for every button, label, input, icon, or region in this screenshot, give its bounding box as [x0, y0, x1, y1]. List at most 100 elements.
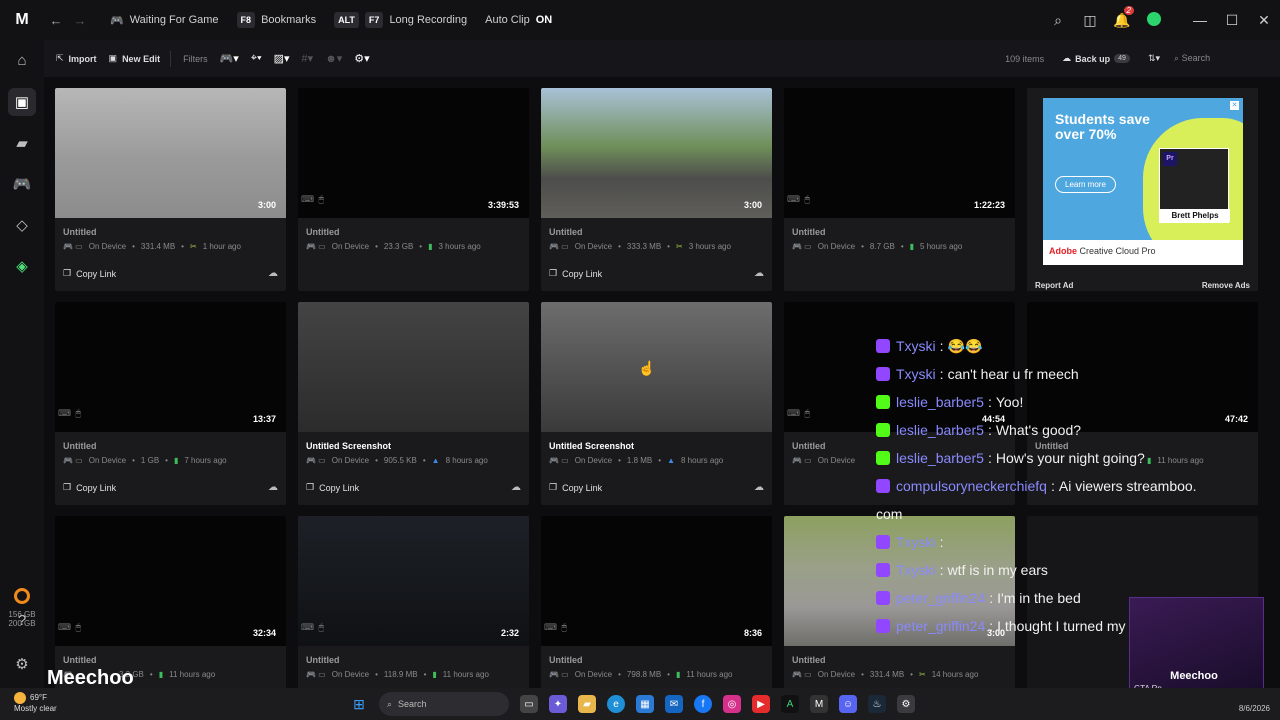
windows-start-icon[interactable]: ⊞	[350, 695, 368, 713]
settings-app-icon[interactable]: ⚙	[897, 695, 915, 713]
clip-title: Untitled	[63, 655, 97, 665]
copy-link-button[interactable]: ❐ Copy Link	[63, 482, 116, 493]
clip-thumbnail[interactable]	[298, 302, 529, 432]
new-edit-label: New Edit	[122, 53, 161, 64]
bell-icon[interactable]: 🔔 2	[1106, 5, 1138, 29]
medal-app-icon[interactable]: M	[810, 695, 828, 713]
clip-card[interactable]: ⌨ 🖱 13:37 Untitled 🎮 ▭ On Device • 1 GB • ▮ 7 …	[55, 302, 286, 505]
discord-icon[interactable]: ☺	[839, 695, 857, 713]
clip-card[interactable]: ⌨ 🖱 3:39:53 Untitled 🎮 ▭ On Device • 23.3 G…	[298, 88, 529, 291]
clip-card[interactable]: 3:00 Untitled 🎮 ▭ On Device • 331.4 MB • ✂ 1 h…	[55, 88, 286, 291]
auto-clip-toggle[interactable]: Auto Clip ON	[485, 14, 552, 26]
clip-time: 1 hour ago	[202, 242, 241, 251]
keyboard-icon: ⌨ 🖱	[787, 194, 811, 204]
games-icon[interactable]: 🎮	[0, 163, 44, 204]
clip-thumbnail[interactable]	[298, 516, 529, 646]
ad-banner[interactable]: ✕ Students save over 70% Learn more Pr B…	[1043, 98, 1243, 265]
outlook-icon[interactable]: ✉	[665, 695, 683, 713]
task-view-icon[interactable]: ▭	[520, 695, 538, 713]
file-explorer-icon[interactable]: ▰	[578, 695, 596, 713]
ad-learn-more-button[interactable]: Learn more	[1055, 176, 1116, 193]
youtube-icon[interactable]: ▶	[752, 695, 770, 713]
clip-thumbnail[interactable]	[541, 88, 772, 218]
chat-message: Txyski:	[876, 528, 1226, 556]
store-icon[interactable]: ▦	[636, 695, 654, 713]
report-ad-link[interactable]: Report Ad	[1035, 281, 1073, 290]
clip-thumbnail[interactable]	[298, 88, 529, 218]
clip-thumbnail[interactable]	[55, 88, 286, 218]
backup-button[interactable]: ☁ Back up 49	[1062, 53, 1130, 64]
upload-cloud-icon[interactable]: ☁	[754, 482, 764, 493]
edge-icon[interactable]: e	[607, 695, 625, 713]
clip-size: 23.3 GB	[383, 242, 414, 251]
status-dot[interactable]	[1138, 11, 1170, 29]
upload-cloud-icon[interactable]: ☁	[268, 268, 278, 279]
media-filter-dropdown[interactable]: ▨▾	[274, 52, 290, 65]
long-recording-hotkey[interactable]: ALT F7 Long Recording	[334, 12, 467, 28]
clip-card[interactable]: Untitled Screenshot 🎮 ▭ On Device • 905.5 K…	[298, 302, 529, 505]
tag-filter-dropdown[interactable]: #▾	[302, 52, 314, 65]
keyboard-icon: ⌨ 🖱	[787, 408, 811, 418]
premium-icon[interactable]: ◈	[0, 245, 44, 286]
copy-icon: ❐	[549, 268, 558, 278]
copy-link-button[interactable]: ❐ Copy Link	[549, 482, 602, 493]
long-recording-label: Long Recording	[389, 14, 468, 26]
settings-icon[interactable]: ⚙	[0, 643, 44, 684]
location-filter-dropdown[interactable]: ⌖▾	[251, 52, 262, 65]
clip-type-icon: ▮	[428, 242, 433, 251]
clip-card[interactable]: 3:00 Untitled 🎮 ▭ On Device • 333.3 MB • ✂ 3 h…	[541, 88, 772, 291]
folder-icon[interactable]: ▰	[0, 122, 44, 163]
copy-link-button[interactable]: ❐ Copy Link	[63, 268, 116, 279]
close-icon[interactable]: ✕	[1248, 12, 1280, 29]
home-icon[interactable]: ⌂	[0, 40, 44, 81]
search-input[interactable]: ⌕ Search	[1170, 53, 1280, 64]
upload-cloud-icon[interactable]: ☁	[511, 482, 521, 493]
copilot-icon[interactable]: ✦	[549, 695, 567, 713]
copy-link-button[interactable]: ❐ Copy Link	[549, 268, 602, 279]
weather-condition: Mostly clear	[14, 704, 57, 713]
clip-title: Untitled	[792, 441, 826, 451]
diamond-icon[interactable]: ◇	[0, 204, 44, 245]
import-button[interactable]: ⇱ Import	[56, 53, 97, 64]
clip-device: On Device	[817, 456, 856, 465]
clip-thumbnail[interactable]	[541, 516, 772, 646]
facebook-icon[interactable]: f	[694, 695, 712, 713]
keyboard-icon: ⌨ 🖱	[58, 408, 82, 418]
library-icon[interactable]: ▣	[0, 81, 44, 122]
temperature: 69°F	[30, 693, 47, 703]
taskbar-search[interactable]: ⌕ Search	[379, 692, 509, 716]
chat-icon[interactable]: ◫	[1074, 12, 1106, 29]
new-edit-button[interactable]: ▣ New Edit	[109, 53, 161, 64]
clip-thumbnail[interactable]	[55, 516, 286, 646]
sort-dropdown[interactable]: ⇅▾	[1148, 53, 1160, 64]
clip-thumbnail[interactable]	[784, 88, 1015, 218]
remove-ads-link[interactable]: Remove Ads	[1202, 281, 1250, 290]
back-arrow-icon[interactable]: ←	[44, 13, 68, 28]
game-status[interactable]: 🎮 Waiting For Game	[110, 14, 219, 27]
steam-icon[interactable]: ♨	[868, 695, 886, 713]
app-a-icon[interactable]: A	[781, 695, 799, 713]
maximize-icon[interactable]: ☐	[1216, 12, 1248, 29]
clip-card[interactable]: ⌨ 🖱 1:22:23 Untitled 🎮 ▭ On Device • 8.7 GB…	[784, 88, 1015, 291]
user-filter-dropdown[interactable]: ☻▾	[325, 52, 342, 65]
weather-widget[interactable]: 69°F Mostly clear	[14, 692, 57, 714]
game-filter-dropdown[interactable]: 🎮▾	[220, 52, 239, 65]
upload-cloud-icon[interactable]: ☁	[268, 482, 278, 493]
medal-logo-icon[interactable]: M	[0, 0, 44, 40]
copy-link-button[interactable]: ❐ Copy Link	[306, 482, 359, 493]
title-bar: M ← → 🎮 Waiting For Game F8 Bookmarks AL…	[0, 0, 1280, 40]
clip-thumbnail[interactable]	[541, 302, 772, 432]
bookmarks-hotkey[interactable]: F8 Bookmarks	[236, 12, 316, 28]
forward-arrow-icon[interactable]: →	[68, 13, 92, 28]
ad-close-icon[interactable]: ✕	[1230, 101, 1239, 110]
clip-thumbnail[interactable]	[55, 302, 286, 432]
minimize-icon[interactable]: —	[1184, 12, 1216, 28]
upload-cloud-icon[interactable]: ☁	[754, 268, 764, 279]
clip-type-icon: ✂	[189, 242, 197, 251]
search-icon[interactable]: ⌕	[1042, 12, 1074, 29]
clip-card[interactable]: Untitled Screenshot 🎮 ▭ On Device • 1.8 MB •…	[541, 302, 772, 505]
help-icon[interactable]: ?	[0, 600, 44, 641]
copy-icon: ❐	[306, 482, 315, 492]
settings-filter-dropdown[interactable]: ⚙▾	[354, 52, 369, 65]
instagram-icon[interactable]: ◎	[723, 695, 741, 713]
